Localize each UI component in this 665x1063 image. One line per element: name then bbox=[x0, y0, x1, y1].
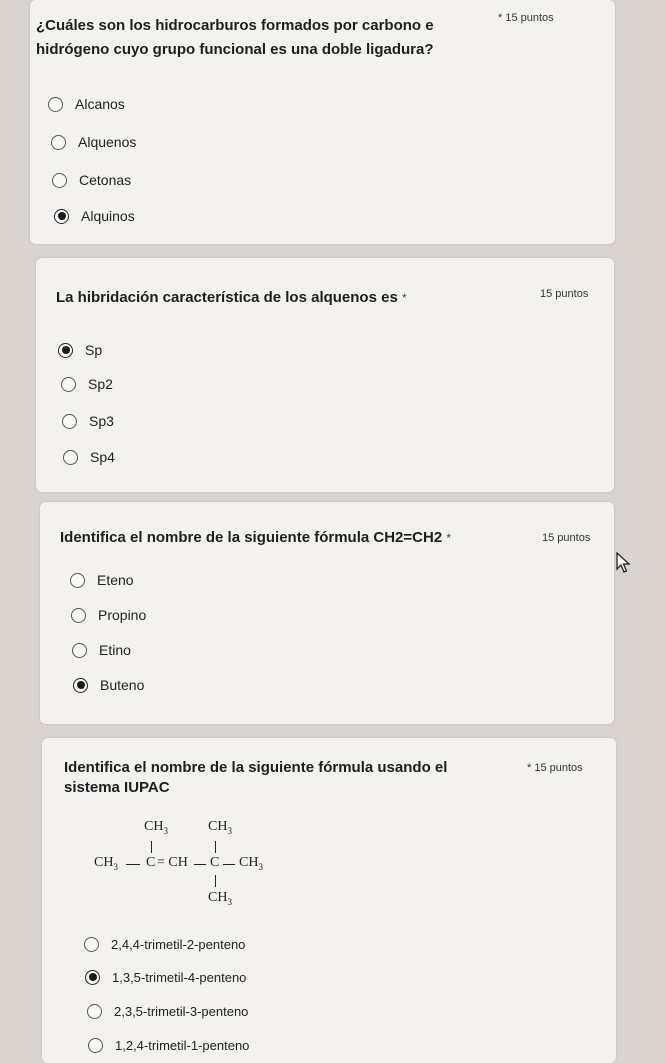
option-label: Sp3 bbox=[89, 413, 114, 429]
radio-button[interactable] bbox=[51, 134, 66, 150]
option-alquenos[interactable]: Alquenos bbox=[51, 131, 136, 153]
formula-main-left: CH3 bbox=[94, 855, 118, 872]
radio-button[interactable] bbox=[70, 572, 85, 588]
option-label: Sp2 bbox=[88, 376, 113, 392]
option-label: Etino bbox=[99, 642, 131, 658]
radio-button-selected[interactable] bbox=[58, 342, 73, 358]
radio-button[interactable] bbox=[63, 449, 78, 465]
structural-formula: CH3 CH3 CH3 C = CH C CH3 CH3 bbox=[42, 738, 342, 907]
radio-button[interactable] bbox=[71, 607, 86, 623]
question-card-4: Identifica el nombre de la siguiente fór… bbox=[42, 738, 616, 1063]
question-3-text: Identifica el nombre de la siguiente fór… bbox=[60, 526, 510, 550]
required-mark: * bbox=[527, 762, 532, 774]
question-3-line: Identifica el nombre de la siguiente fór… bbox=[60, 529, 443, 546]
option-sp4[interactable]: Sp4 bbox=[63, 446, 115, 468]
radio-button-selected[interactable] bbox=[73, 677, 88, 693]
option-cetonas[interactable]: Cetonas bbox=[52, 169, 131, 191]
formula-main-c: C bbox=[146, 855, 156, 870]
formula-bottom-ch3: CH3 bbox=[208, 890, 232, 907]
option-label: Buteno bbox=[100, 677, 145, 693]
option-label: 2,3,5-trimetil-3-penteno bbox=[114, 1003, 249, 1019]
required-mark: * bbox=[401, 291, 407, 305]
option-label: Alquenos bbox=[78, 134, 137, 150]
question-1-points: * 15 puntos bbox=[498, 12, 554, 24]
option-eteno[interactable]: Eteno bbox=[70, 569, 134, 591]
question-4-points: * 15 puntos bbox=[527, 762, 583, 774]
points-label: 15 puntos bbox=[534, 762, 583, 774]
formula-bond-3 bbox=[223, 864, 235, 866]
formula-main-c2: C bbox=[210, 855, 220, 870]
radio-dot bbox=[57, 212, 66, 220]
option-label: Sp bbox=[85, 342, 103, 358]
radio-button-selected[interactable] bbox=[54, 208, 69, 224]
option-2-3-5-trimetil-3-penteno[interactable]: 2,3,5-trimetil-3-penteno bbox=[87, 1000, 248, 1022]
option-propino[interactable]: Propino bbox=[71, 604, 146, 626]
option-sp[interactable]: Sp bbox=[58, 339, 102, 361]
question-2-text: La hibridación característica de los alq… bbox=[56, 286, 456, 310]
option-alquinos[interactable]: Alquinos bbox=[54, 205, 135, 227]
question-card-3: Identifica el nombre de la siguiente fór… bbox=[40, 502, 614, 724]
required-mark: * bbox=[498, 12, 503, 24]
radio-button[interactable] bbox=[52, 172, 67, 188]
option-label: 1,2,4-trimetil-1-penteno bbox=[115, 1037, 250, 1053]
question-card-2: La hibridación característica de los alq… bbox=[36, 258, 614, 492]
radio-button[interactable] bbox=[87, 1003, 102, 1019]
option-label: Propino bbox=[98, 607, 147, 623]
required-mark: * bbox=[446, 531, 452, 545]
option-label: 2,4,4-trimetil-2-penteno bbox=[111, 936, 246, 952]
radio-dot bbox=[61, 346, 70, 354]
question-card-1: ¿Cuáles son los hidrocarburos formados p… bbox=[30, 0, 615, 244]
question-1-text: ¿Cuáles son los hidrocarburos formados p… bbox=[36, 14, 476, 62]
option-label: Eteno bbox=[97, 572, 134, 588]
radio-dot bbox=[76, 681, 85, 689]
formula-top-ch3-1: CH3 bbox=[144, 819, 168, 836]
option-label: Alcanos bbox=[75, 96, 125, 112]
option-1-3-5-trimetil-4-penteno[interactable]: 1,3,5-trimetil-4-penteno bbox=[85, 966, 246, 988]
option-alcanos[interactable]: Alcanos bbox=[48, 93, 125, 115]
option-label: Sp4 bbox=[90, 449, 115, 465]
radio-button[interactable] bbox=[72, 642, 87, 658]
option-label: 1,3,5-trimetil-4-penteno bbox=[112, 969, 247, 985]
option-sp2[interactable]: Sp2 bbox=[61, 373, 113, 395]
radio-button-selected[interactable] bbox=[85, 969, 100, 985]
option-sp3[interactable]: Sp3 bbox=[62, 410, 114, 432]
formula-main-right: CH3 bbox=[239, 855, 263, 872]
formula-top-ch3-2: CH3 bbox=[208, 819, 232, 836]
radio-button[interactable] bbox=[48, 96, 63, 112]
formula-main-eq-ch: = CH bbox=[157, 855, 188, 870]
formula-bond-bottom bbox=[215, 875, 217, 887]
radio-button[interactable] bbox=[88, 1037, 103, 1053]
radio-button[interactable] bbox=[61, 376, 76, 392]
option-label: Cetonas bbox=[79, 172, 132, 188]
formula-bond-top-1 bbox=[151, 841, 153, 853]
option-1-2-4-trimetil-1-penteno[interactable]: 1,2,4-trimetil-1-penteno bbox=[88, 1034, 249, 1056]
question-2-line: La hibridación característica de los alq… bbox=[56, 289, 398, 306]
option-etino[interactable]: Etino bbox=[72, 639, 131, 661]
option-2-4-4-trimetil-2-penteno[interactable]: 2,4,4-trimetil-2-penteno bbox=[84, 933, 245, 955]
formula-bond-1 bbox=[126, 864, 140, 866]
formula-bond-2 bbox=[194, 864, 206, 866]
radio-dot bbox=[88, 973, 97, 981]
option-label: Alquinos bbox=[81, 208, 135, 224]
radio-button[interactable] bbox=[84, 936, 99, 952]
radio-button[interactable] bbox=[62, 413, 77, 429]
option-buteno[interactable]: Buteno bbox=[73, 674, 144, 696]
question-1-line-1: ¿Cuáles son los hidrocarburos formados p… bbox=[36, 17, 434, 34]
question-1-line-2: hidrógeno cuyo grupo funcional es una do… bbox=[36, 41, 434, 58]
mouse-pointer-icon bbox=[616, 552, 631, 573]
question-2-points: 15 puntos bbox=[540, 288, 589, 300]
formula-bond-top-2 bbox=[215, 841, 217, 853]
question-3-points: 15 puntos bbox=[542, 532, 591, 544]
points-label: 15 puntos bbox=[505, 12, 554, 24]
